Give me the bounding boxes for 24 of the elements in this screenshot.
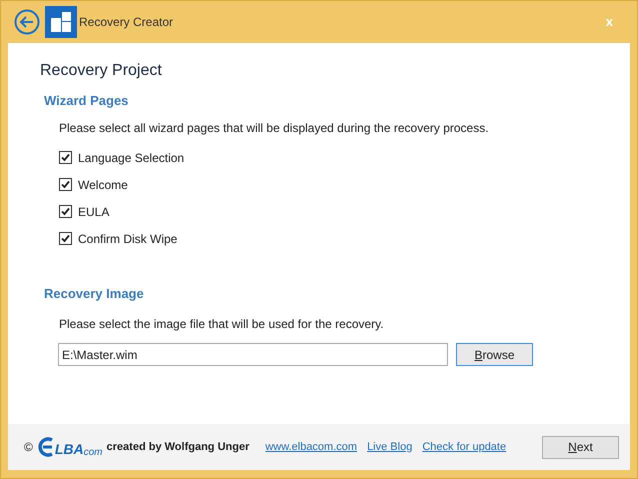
- section-heading: Recovery Image: [44, 284, 145, 303]
- browse-button[interactable]: Browse: [456, 343, 533, 366]
- checkbox-label: Confirm Disk Wipe: [78, 230, 178, 248]
- section-description: Please select all wizard pages that will be displayed during the recovery process.: [59, 120, 490, 136]
- link[interactable]: www.elbacom.com: [265, 438, 358, 456]
- image-path-field[interactable]: E:\Master.wim: [58, 343, 448, 366]
- section-description: Please select the image file that will be used for the recovery.: [59, 316, 385, 333]
- checkbox-label: Welcome: [78, 176, 128, 194]
- app-logo-icon: [45, 6, 77, 38]
- checkbox[interactable]: [59, 178, 72, 191]
- page-heading: Recovery Project: [40, 61, 163, 81]
- section-heading: Wizard Pages: [44, 92, 130, 110]
- checkbox[interactable]: [59, 205, 72, 218]
- link[interactable]: Check for update: [422, 438, 506, 456]
- credit-text: created by Wolfgang Unger: [106, 440, 250, 455]
- checkbox-label: Language Selection: [78, 150, 184, 166]
- window-title: Recovery Creator: [79, 14, 174, 31]
- checkbox-label: EULA: [78, 204, 110, 220]
- next-button[interactable]: Next: [542, 436, 619, 458]
- copyright-symbol: ©: [24, 439, 33, 456]
- checkbox[interactable]: [59, 151, 72, 164]
- checkbox[interactable]: [59, 232, 72, 245]
- back-icon[interactable]: [14, 9, 40, 35]
- link[interactable]: Live Blog: [367, 438, 412, 456]
